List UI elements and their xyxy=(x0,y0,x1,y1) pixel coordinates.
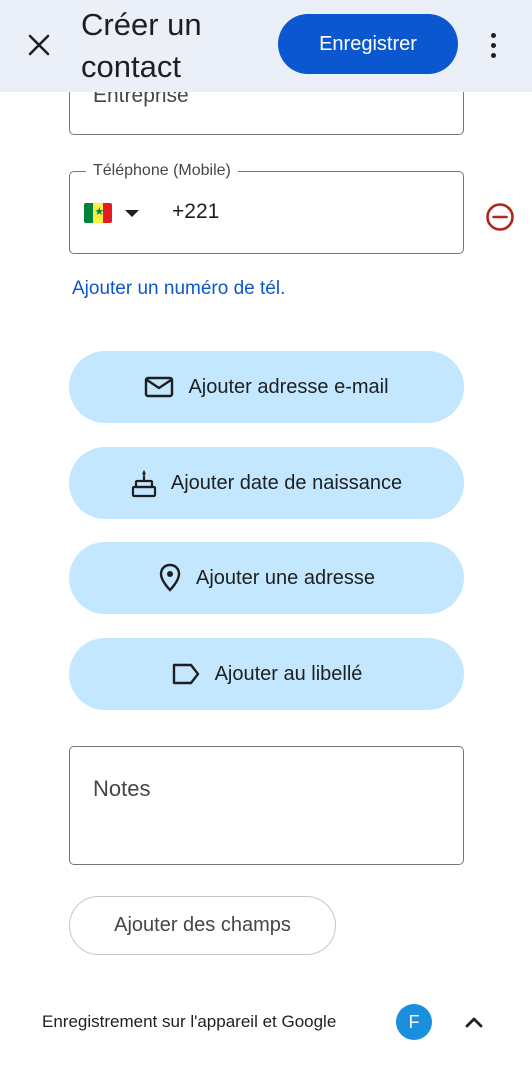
add-email-button[interactable]: Ajouter adresse e-mail xyxy=(69,351,464,423)
add-address-label: Ajouter une adresse xyxy=(195,566,375,589)
add-birthday-label: Ajouter date de naissance xyxy=(170,471,403,494)
page-title: Créer un contact xyxy=(81,7,202,84)
more-vert-icon-dot xyxy=(490,42,496,48)
label-icon xyxy=(172,663,199,685)
add-birthday-button[interactable]: Ajouter date de naissance xyxy=(69,447,464,519)
more-vert-icon-dot xyxy=(490,52,496,58)
country-dropdown-icon[interactable] xyxy=(125,210,139,217)
add-label-label: Ajouter au libellé xyxy=(214,662,363,685)
mail-icon xyxy=(145,376,174,398)
phone-field[interactable]: Téléphone (Mobile) ★ +221 xyxy=(69,160,464,254)
add-label-button[interactable]: Ajouter au libellé xyxy=(69,638,464,710)
notes-field[interactable]: Notes xyxy=(69,746,464,865)
add-phone-link[interactable]: Ajouter un numéro de tél. xyxy=(72,278,285,300)
phone-number-input[interactable]: +221 xyxy=(172,200,219,224)
more-vert-icon xyxy=(490,32,496,38)
add-fields-button[interactable]: Ajouter des champs xyxy=(69,896,336,955)
close-button[interactable] xyxy=(20,26,58,64)
top-app-bar: Créer un contact Enregistrer xyxy=(0,0,532,92)
close-icon xyxy=(28,34,50,56)
remove-phone-icon[interactable] xyxy=(484,201,516,233)
account-avatar[interactable]: F xyxy=(396,1004,432,1040)
phone-field-label: Téléphone (Mobile) xyxy=(86,160,238,182)
create-contact-screen: Entreprise Créer un contact Enregistrer … xyxy=(0,0,532,1080)
chevron-up-icon[interactable] xyxy=(462,1010,486,1034)
cake-icon xyxy=(131,470,156,498)
more-options-button[interactable] xyxy=(478,26,508,64)
save-location-text: Enregistrement sur l'appareil et Google xyxy=(42,1012,337,1031)
location-pin-icon xyxy=(159,563,181,592)
save-button[interactable]: Enregistrer xyxy=(278,14,458,74)
senegal-flag-icon[interactable]: ★ xyxy=(84,203,112,223)
notes-field-label: Notes xyxy=(93,776,151,801)
add-address-button[interactable]: Ajouter une adresse xyxy=(69,542,464,614)
add-email-label: Ajouter adresse e-mail xyxy=(188,375,389,398)
